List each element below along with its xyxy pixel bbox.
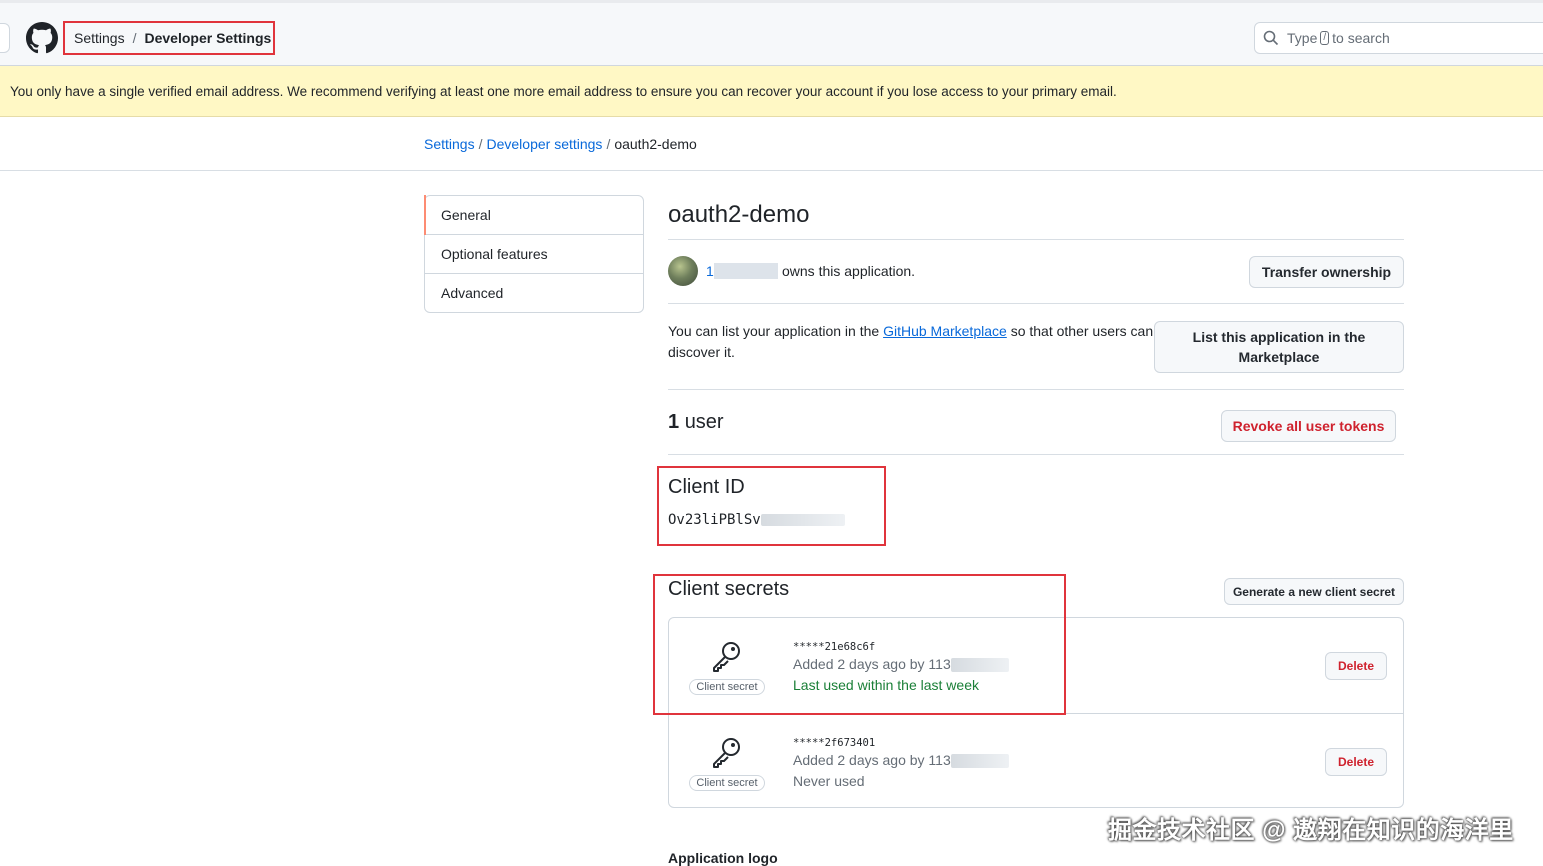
settings-sidebar: General Optional features Advanced: [424, 195, 644, 313]
crumb-developer-settings[interactable]: Developer settings: [486, 136, 602, 152]
transfer-ownership-button[interactable]: Transfer ownership: [1249, 256, 1404, 288]
users-count-number: 1: [668, 411, 680, 433]
secret-key-block: Client secret: [685, 734, 769, 791]
redacted-text: [950, 754, 1009, 769]
secret-info: *****2f673401 Added 2 days ago by 113 Ne…: [793, 736, 1009, 792]
key-icon: [713, 738, 740, 768]
marketplace-text-before: You can list your application in the: [668, 323, 880, 339]
top-header: Settings / Developer Settings Type / to …: [0, 0, 1543, 66]
client-id-text: Ov23liPBlSv: [668, 512, 761, 528]
breadcrumb: Settings / Developer settings / oauth2-demo: [424, 136, 697, 152]
application-logo-title: Application logo: [668, 850, 778, 866]
sidebar-item-label: Advanced: [441, 285, 504, 301]
secret-usage: Never used: [793, 773, 865, 789]
crumb-separator: /: [606, 136, 611, 152]
sidebar-item-label: General: [441, 207, 491, 223]
redacted-text: [760, 514, 845, 526]
revoke-all-tokens-button[interactable]: Revoke all user tokens: [1221, 410, 1396, 442]
generate-client-secret-button[interactable]: Generate a new client secret: [1224, 578, 1404, 605]
delete-secret-button[interactable]: Delete: [1325, 748, 1387, 776]
search-input[interactable]: Type / to search: [1254, 22, 1543, 54]
owner-link[interactable]: 1: [706, 263, 778, 279]
crumb-settings[interactable]: Settings: [424, 136, 475, 152]
client-secret-row: Client secret *****2f673401 Added 2 days…: [669, 713, 1403, 809]
search-shortcut-key: /: [1320, 31, 1330, 45]
breadcrumb-bar: Settings / Developer settings / oauth2-demo: [0, 117, 1543, 171]
page-title: oauth2-demo: [668, 201, 810, 228]
owner-text: owns this application.: [782, 263, 916, 279]
users-count-label: user: [684, 411, 724, 433]
secret-added-row: Added 2 days ago by 113: [793, 750, 1009, 771]
client-secrets-highlight: [653, 574, 1066, 715]
divider: [668, 239, 1404, 240]
delete-secret-button[interactable]: Delete: [1325, 652, 1387, 680]
crumb-separator: /: [132, 30, 137, 46]
divider: [668, 454, 1404, 455]
owner-row: 1 owns this application.: [668, 256, 915, 286]
search-placeholder-before: Type: [1287, 30, 1318, 46]
marketplace-text: You can list your application in the Git…: [668, 321, 1158, 363]
email-warning-banner: You only have a single verified email ad…: [0, 66, 1543, 117]
divider: [668, 389, 1404, 390]
menu-toggle-button[interactable]: [0, 23, 10, 53]
watermark: 掘金技术社区 @ 遨翔在知识的海洋里: [1108, 817, 1514, 844]
github-marketplace-link[interactable]: GitHub Marketplace: [883, 323, 1007, 339]
list-in-marketplace-button[interactable]: List this application in the Marketplace: [1154, 321, 1404, 373]
header-crumb-settings[interactable]: Settings: [74, 30, 125, 46]
sidebar-item-label: Optional features: [441, 246, 548, 262]
sidebar-item-advanced[interactable]: Advanced: [425, 274, 643, 312]
sidebar-item-optional-features[interactable]: Optional features: [425, 235, 643, 274]
avatar[interactable]: [668, 256, 698, 286]
crumb-current: oauth2-demo: [614, 136, 697, 152]
crumb-separator: /: [478, 136, 483, 152]
client-id-title: Client ID: [668, 476, 745, 498]
sidebar-item-general[interactable]: General: [424, 195, 643, 235]
secret-masked-value: *****2f673401: [793, 737, 876, 749]
secret-added-text: Added 2 days ago by 113: [793, 752, 951, 768]
client-secret-badge: Client secret: [689, 775, 765, 791]
github-logo-icon[interactable]: [26, 22, 58, 54]
client-id-value: Ov23liPBlSv: [668, 512, 845, 528]
header-breadcrumb: Settings / Developer Settings: [63, 21, 275, 55]
search-placeholder-after: to search: [1332, 30, 1390, 46]
header-crumb-developer-settings[interactable]: Developer Settings: [144, 30, 271, 46]
search-icon: [1263, 30, 1279, 46]
banner-text: You only have a single verified email ad…: [10, 83, 1117, 99]
divider: [668, 303, 1404, 304]
users-count: 1 user: [668, 411, 724, 434]
